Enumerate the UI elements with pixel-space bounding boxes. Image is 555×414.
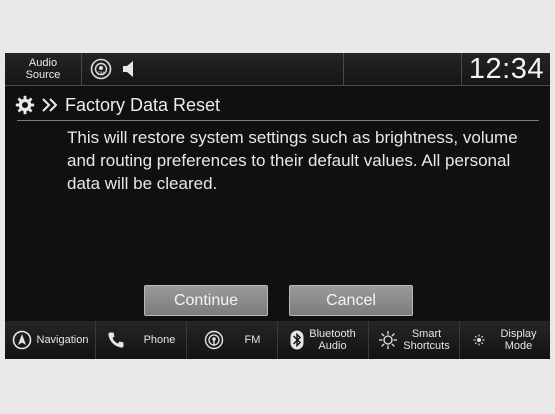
bluetooth-icon [290,330,304,350]
cancel-button[interactable]: Cancel [289,285,413,316]
fm-broadcast-icon: FM [90,58,112,80]
title-divider [17,120,539,121]
display-mode-label: Display Mode [500,328,536,352]
display-mode-label-line2: Mode [504,340,533,352]
screen-title-row: Factory Data Reset [15,93,220,117]
speaker-icon [122,60,136,78]
audio-source-label-line2: Source [25,69,61,81]
sparkle-icon [378,330,398,350]
compass-icon [12,330,32,350]
phone-label: Phone [143,334,176,346]
smart-shortcuts-label-line2: Shortcuts [403,340,450,352]
fm-label: FM [244,334,261,346]
bluetooth-audio-button[interactable]: Bluetooth Audio [278,321,368,359]
continue-button[interactable]: Continue [144,285,268,316]
navigation-button[interactable]: Navigation [5,321,95,359]
smart-shortcuts-label: Smart Shortcuts [403,328,449,352]
page-title: Factory Data Reset [65,94,221,115]
phone-icon [107,331,125,349]
navigation-label: Navigation [36,334,89,346]
reset-message: This will restore system settings such a… [67,128,518,193]
infotainment-screen: Audio Source FM 12:34 Factory Data Reset… [5,53,550,359]
display-mode-label-line1: Display [500,328,537,340]
svg-text:FM: FM [97,72,104,78]
smart-shortcuts-button[interactable]: Smart Shortcuts [369,321,459,359]
fm-button[interactable]: FM [187,321,277,359]
bluetooth-audio-label-line2: Audio [318,340,347,352]
audio-source-button[interactable]: Audio Source [5,53,82,86]
display-mode-button[interactable]: Display Mode [460,321,550,359]
bluetooth-audio-label-line1: Bluetooth [309,328,356,340]
bottom-nav-bar: Navigation Phone FM Bluetooth Audio Smar… [5,321,550,359]
smart-shortcuts-label-line1: Smart [411,328,442,340]
double-chevron-icon [41,97,59,113]
radio-icon [204,330,224,350]
status-bar: Audio Source FM 12:34 [5,53,550,86]
clock: 12:34 [462,53,550,86]
status-empty-slot [344,53,462,86]
bluetooth-audio-label: Bluetooth Audio [309,328,355,352]
phone-button[interactable]: Phone [96,321,186,359]
sun-moon-icon [473,332,495,348]
status-icons-area: FM [82,53,344,86]
audio-source-label-line1: Audio [28,57,58,69]
gear-icon [15,95,35,115]
